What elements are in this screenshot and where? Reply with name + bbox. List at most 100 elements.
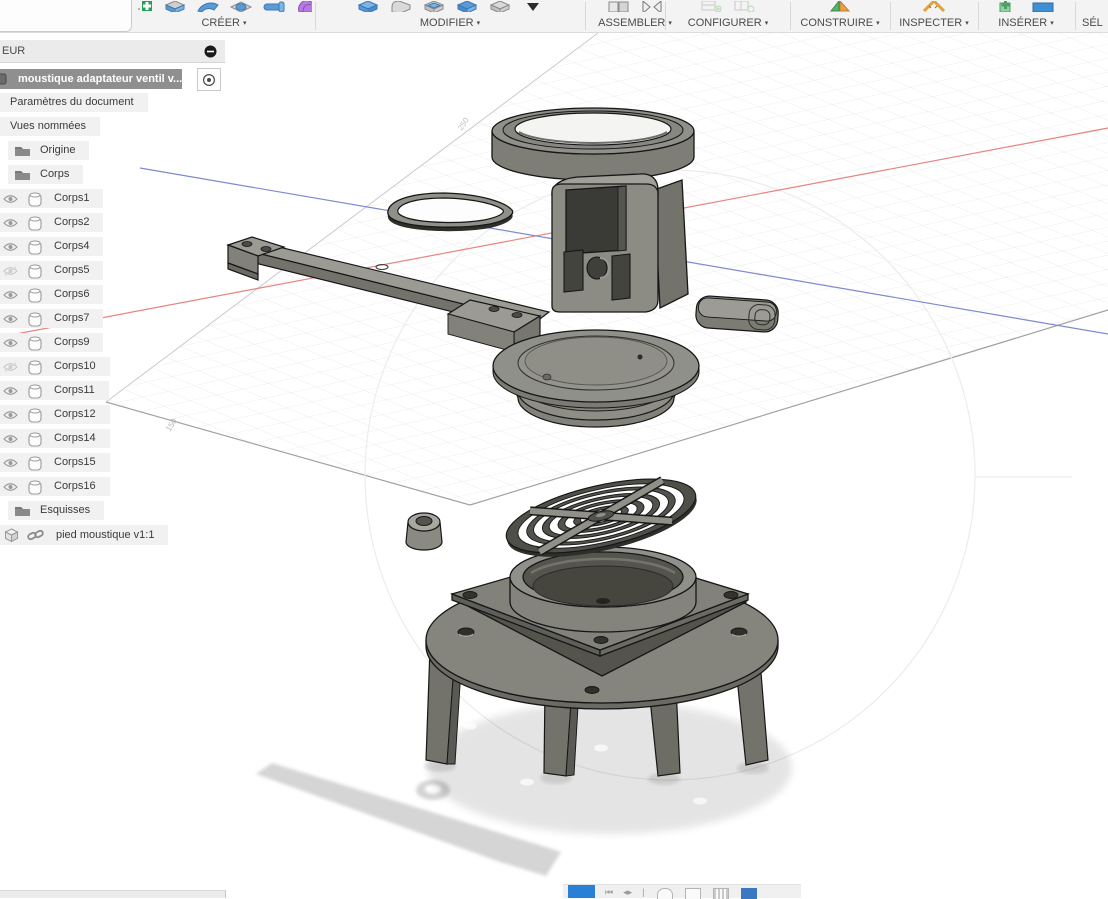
eye-visible-icon[interactable]: [0, 410, 18, 420]
new-component-icon[interactable]: [607, 0, 631, 12]
bodies-folder[interactable]: Corps: [8, 165, 83, 184]
body-cylinder-icon: [18, 359, 42, 375]
browser-root-document[interactable]: moustique adaptateur ventil v...: [0, 69, 182, 89]
create-menu[interactable]: CRÉER▾: [136, 17, 312, 29]
eye-visible-icon[interactable]: [0, 218, 18, 228]
joint-icon[interactable]: [640, 0, 664, 12]
body-row-corps9[interactable]: Corps9: [0, 333, 103, 352]
inspect-menu[interactable]: INSPECTER▾: [893, 17, 975, 29]
body-pill-block[interactable]: [695, 295, 779, 333]
origin-folder[interactable]: Origine: [8, 141, 89, 160]
insert-derive-icon[interactable]: [998, 0, 1022, 12]
configure-variant-icon[interactable]: [733, 0, 757, 12]
body-row-corps12[interactable]: Corps12: [0, 405, 110, 424]
body-row-corps14[interactable]: Corps14: [0, 429, 110, 448]
body-cylinder-icon: [18, 263, 42, 279]
eye-visible-icon[interactable]: [0, 194, 18, 204]
construct-menu[interactable]: CONSTRUIRE▾: [793, 17, 887, 29]
sweep-icon[interactable]: [196, 0, 220, 12]
chevron-down-icon: ▾: [965, 20, 969, 27]
file-tab[interactable]: [0, 0, 132, 32]
eye-visible-icon[interactable]: [0, 338, 18, 348]
body-row-corps2[interactable]: Corps2: [0, 213, 103, 232]
timeline-frame-icon[interactable]: [685, 888, 701, 899]
chevron-down-icon: ▾: [765, 20, 769, 27]
activate-component-radio[interactable]: [197, 68, 221, 91]
insert-menu[interactable]: INSÉRER▾: [981, 17, 1071, 29]
modify-menu[interactable]: MODIFIER▾: [318, 17, 582, 29]
body-knob[interactable]: [406, 513, 442, 550]
eye-hidden-icon[interactable]: [0, 266, 18, 276]
folder-icon: [14, 168, 31, 181]
toolbar-group-create: CRÉER▾: [136, 0, 312, 32]
body-row-corps10[interactable]: Corps10: [0, 357, 110, 376]
eye-visible-icon[interactable]: [0, 242, 18, 252]
body-cylinder-icon: [18, 311, 42, 327]
timeline-step-icon[interactable]: ◂▸: [623, 887, 632, 898]
body-cylinder-icon: [18, 191, 42, 207]
body-row-corps5[interactable]: Corps5: [0, 261, 103, 280]
browser-header[interactable]: EUR: [0, 40, 225, 63]
body-electronics-case[interactable]: [552, 174, 688, 312]
combine-icon[interactable]: [455, 0, 479, 12]
insert-mesh-icon[interactable]: [1031, 0, 1055, 12]
eye-visible-icon[interactable]: [0, 458, 18, 468]
measure-icon[interactable]: [922, 0, 946, 12]
dropdown-arrow-icon[interactable]: [521, 0, 545, 12]
body-large-ring[interactable]: [492, 108, 694, 180]
form-icon[interactable]: [295, 0, 313, 12]
body-cylinder-icon: [18, 239, 42, 255]
body-cylinder-icon: [18, 407, 42, 423]
press-pull-icon[interactable]: [356, 0, 380, 12]
timeline-option-icon[interactable]: [741, 888, 757, 899]
configure-table-icon[interactable]: [700, 0, 724, 12]
eye-visible-icon[interactable]: [0, 482, 18, 492]
timeline-list-icon[interactable]: [713, 888, 729, 899]
body-row-corps15[interactable]: Corps15: [0, 453, 110, 472]
pipe-icon[interactable]: [262, 0, 286, 12]
timeline-divider-icon: |: [642, 887, 644, 897]
root-document-label: moustique adaptateur ventil v...: [18, 70, 182, 89]
body-row-corps4[interactable]: Corps4: [0, 237, 103, 256]
folder-icon: [14, 144, 31, 157]
toolbar-group-configure: CONFIGURER▾: [668, 0, 788, 32]
revolve-icon[interactable]: [229, 0, 253, 12]
browser-title: EUR: [2, 45, 25, 57]
eye-visible-icon[interactable]: [0, 386, 18, 396]
create-sketch-icon[interactable]: [136, 0, 154, 12]
extrude-icon[interactable]: [163, 0, 187, 12]
body-cylinder-icon: [18, 383, 42, 399]
body-row-corps16[interactable]: Corps16: [0, 477, 110, 496]
timeline-loop-icon[interactable]: [657, 888, 673, 899]
configure-menu[interactable]: CONFIGURER▾: [668, 17, 788, 29]
eye-visible-icon[interactable]: [0, 434, 18, 444]
body-cylinder-icon: [18, 287, 42, 303]
offset-face-icon[interactable]: [488, 0, 512, 12]
body-row-corps11[interactable]: Corps11: [0, 381, 109, 400]
document-settings-item[interactable]: Paramètres du document: [0, 93, 148, 112]
construction-plane-icon[interactable]: [828, 0, 852, 12]
shell-icon[interactable]: [422, 0, 446, 12]
named-views-item[interactable]: Vues nommées: [0, 117, 100, 136]
component-cube-icon: [4, 528, 19, 543]
folder-icon: [14, 504, 31, 517]
body-row-corps7[interactable]: Corps7: [0, 309, 103, 328]
collapse-browser-button[interactable]: [204, 44, 217, 66]
timeline-play-button[interactable]: [568, 885, 595, 898]
sketches-folder[interactable]: Esquisses: [8, 501, 104, 520]
fillet-icon[interactable]: [389, 0, 413, 12]
body-collar-ring[interactable]: [510, 547, 696, 632]
link-icon: [27, 529, 44, 541]
viewport-3d[interactable]: 150 250: [0, 0, 1108, 897]
linked-component-row[interactable]: pied moustique v1:1: [0, 525, 168, 545]
body-row-corps6[interactable]: Corps6: [0, 285, 103, 304]
eye-visible-icon[interactable]: [0, 314, 18, 324]
eye-visible-icon[interactable]: [0, 290, 18, 300]
body-row-corps1[interactable]: Corps1: [0, 189, 103, 208]
main-toolbar: CRÉER▾ MODIFIER▾ A: [0, 0, 1108, 33]
body-cylinder-icon: [18, 431, 42, 447]
select-menu[interactable]: SÉL: [1082, 17, 1108, 29]
timeline-marker-icon[interactable]: ⏮: [605, 887, 613, 898]
eye-hidden-icon[interactable]: [0, 362, 18, 372]
toolbar-group-insert: INSÉRER▾: [981, 0, 1071, 32]
